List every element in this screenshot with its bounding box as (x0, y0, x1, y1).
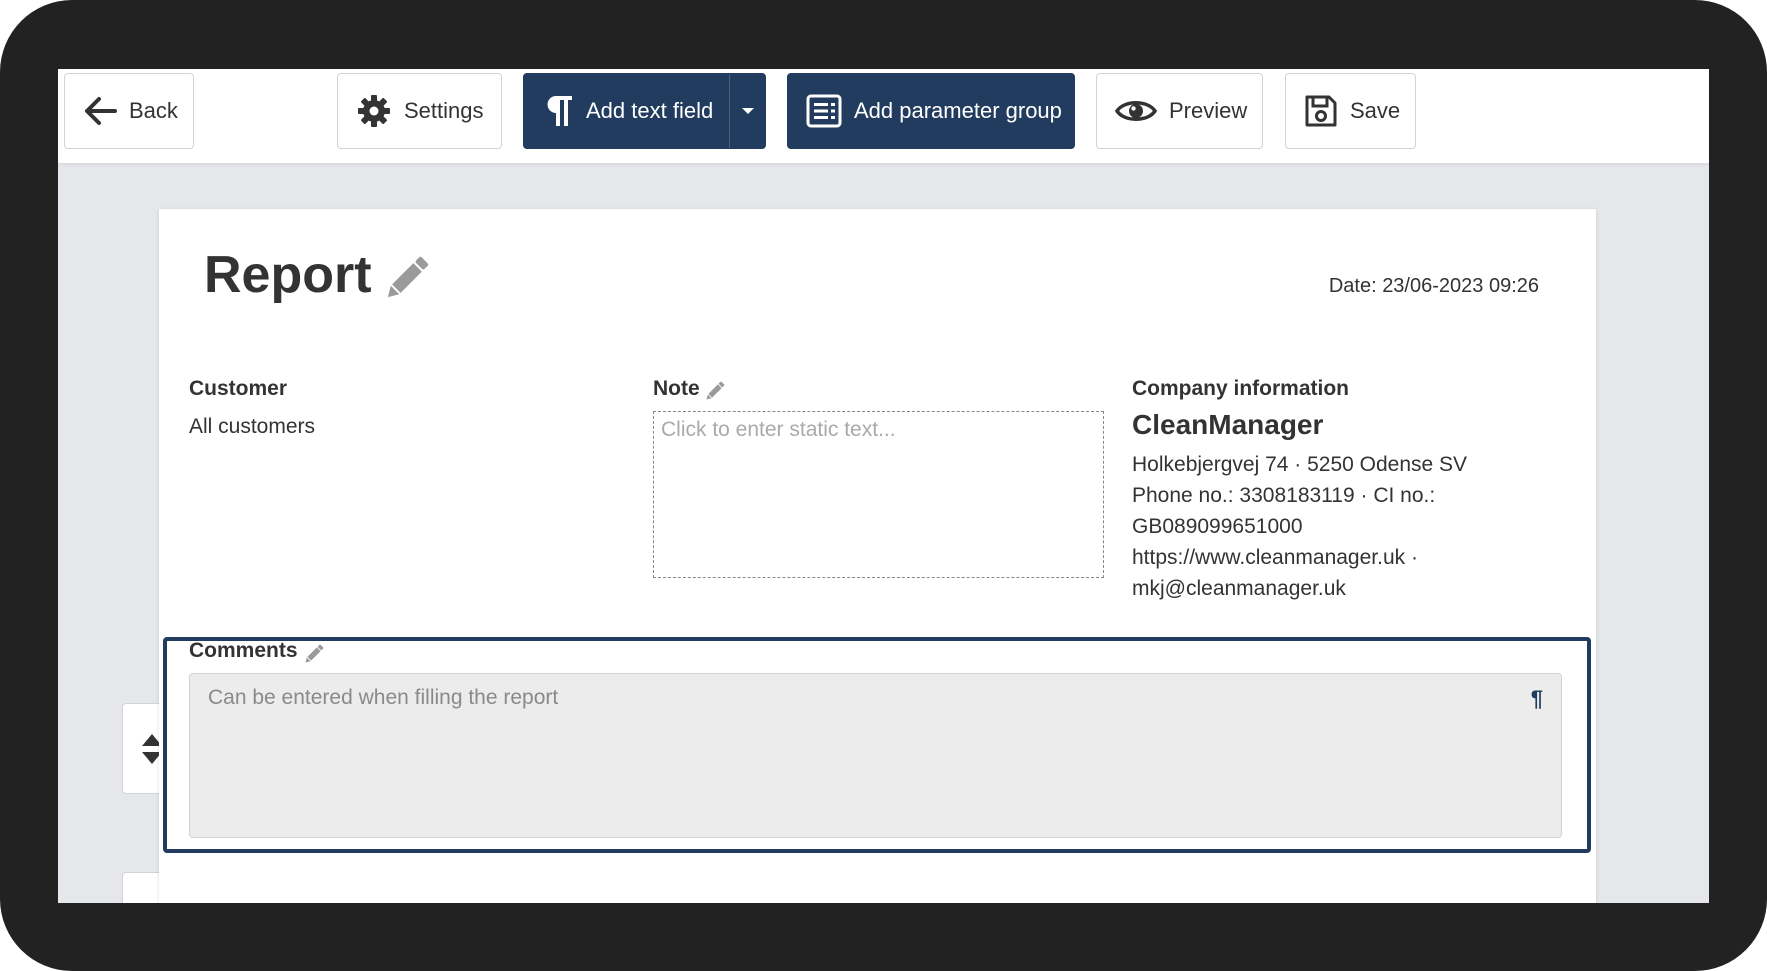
floppy-disk-icon (1305, 95, 1337, 127)
add-text-field-button[interactable]: Add text field (523, 73, 766, 149)
preview-button-label: Preview (1169, 98, 1248, 123)
company-name: CleanManager (1132, 409, 1324, 440)
company-email: mkj@cleanmanager.uk (1132, 577, 1346, 600)
caret-down-icon (741, 108, 754, 114)
report-date: Date: 23/06-2023 09:26 (1328, 275, 1539, 297)
note-heading: Note (653, 377, 700, 400)
add-text-field-dropdown[interactable] (729, 74, 765, 148)
pencil-icon[interactable] (302, 642, 326, 666)
add-parameter-group-label: Add parameter group (854, 98, 1062, 123)
arrow-left-icon (85, 97, 117, 125)
gear-icon (358, 95, 390, 127)
toolbar: Back Settings Add text field Add paramet… (58, 69, 1709, 164)
preview-button[interactable]: Preview (1096, 73, 1263, 149)
customer-value: All customers (189, 415, 316, 438)
company-address: Holkebjergvej 74 · 5250 Odense SV (1132, 453, 1468, 476)
paragraph-icon (547, 96, 572, 126)
eye-icon (1115, 101, 1157, 121)
customer-heading: Customer (189, 377, 288, 400)
add-parameter-group-button[interactable]: Add parameter group (787, 73, 1075, 149)
add-text-field-label: Add text field (586, 98, 714, 123)
app-screen: Back Settings Add text field Add paramet… (58, 69, 1709, 903)
pencil-icon[interactable] (703, 379, 727, 403)
settings-button[interactable]: Settings (337, 73, 502, 149)
comments-text-area[interactable]: Can be entered when filling the report ¶ (189, 673, 1562, 838)
comments-placeholder: Can be entered when filling the report (208, 686, 559, 709)
report-canvas: Report Date: 23/06-2023 09:26 Customer A… (159, 209, 1596, 903)
list-box-icon (806, 94, 842, 128)
report-title: Report (204, 246, 372, 304)
company-ci-number: GB089099651000 (1132, 515, 1303, 538)
comments-heading: Comments (189, 639, 298, 662)
settings-button-label: Settings (404, 98, 484, 123)
company-phone: Phone no.: 3308183119 · CI no.: (1132, 484, 1436, 507)
paragraph-icon: ¶ (1530, 686, 1543, 711)
company-website: https://www.cleanmanager.uk · (1132, 546, 1418, 569)
pencil-icon[interactable] (380, 251, 434, 305)
note-static-text-field[interactable]: Click to enter static text... (653, 411, 1104, 578)
back-button[interactable]: Back (64, 73, 194, 149)
save-button-label: Save (1350, 98, 1401, 123)
company-info-heading: Company information (1132, 377, 1350, 400)
back-button-label: Back (129, 98, 178, 123)
save-button[interactable]: Save (1285, 73, 1416, 149)
device-frame: Back Settings Add text field Add paramet… (0, 0, 1767, 971)
company-details: Holkebjergvej 74 · 5250 Odense SV Phone … (1132, 449, 1512, 604)
